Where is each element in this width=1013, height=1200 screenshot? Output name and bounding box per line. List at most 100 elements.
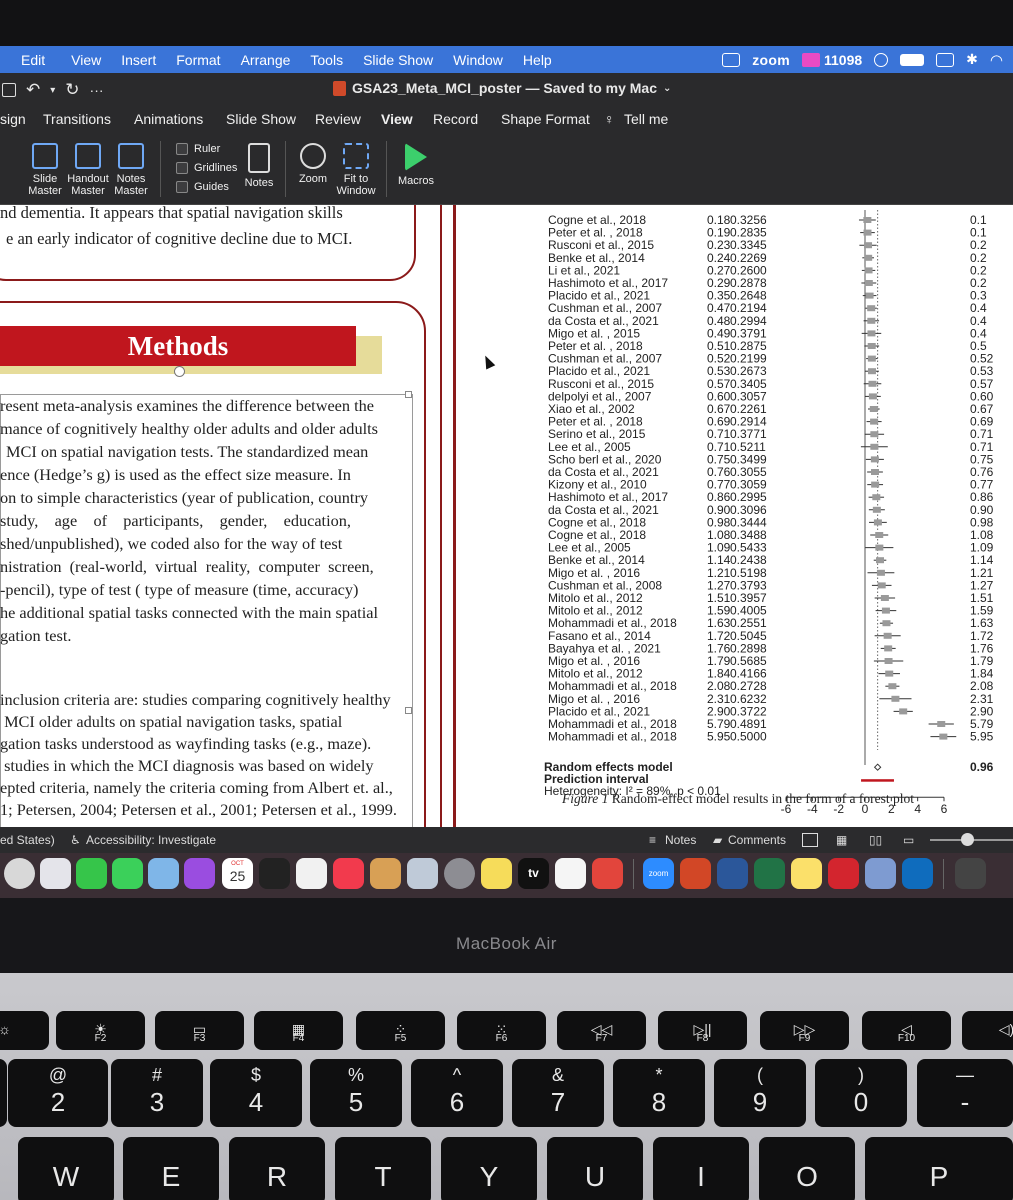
menu-tools[interactable]: Tools [310, 52, 343, 68]
settings-icon[interactable] [444, 858, 475, 889]
powerpoint-dock-icon[interactable] [680, 858, 711, 889]
facetime-icon[interactable] [76, 858, 107, 889]
outlook-icon[interactable] [902, 858, 933, 889]
accessibility-status[interactable]: Accessibility: Investigate [86, 833, 216, 847]
airmail-icon[interactable] [592, 858, 623, 889]
forest-plot[interactable]: Cogne et al., 2018 0.18 0.3256 0.1Peter et … [540, 205, 1013, 827]
photos-icon[interactable] [555, 858, 586, 889]
key-8-top: * [655, 1065, 663, 1085]
reminders-icon[interactable] [296, 858, 327, 889]
effect-square [884, 645, 893, 652]
document-title[interactable]: GSA23_Meta_MCI_poster — Saved to my Mac … [333, 80, 671, 96]
key-7-top: & [551, 1065, 564, 1085]
notes-button[interactable]: Notes [242, 143, 276, 189]
tab-record[interactable]: Record [433, 111, 478, 127]
rotate-handle-icon[interactable] [174, 366, 185, 377]
comments-toggle[interactable]: Comments [728, 833, 786, 847]
bluetooth-icon[interactable]: ✱ [966, 51, 978, 68]
effect-square [864, 254, 873, 261]
menu-edit[interactable]: Edit [21, 52, 45, 68]
app-status-icon[interactable] [722, 52, 741, 67]
word-icon[interactable] [717, 858, 748, 889]
music-icon[interactable] [333, 858, 364, 889]
criteria-line: inclusion criteria are: studies comparin… [0, 690, 391, 709]
launchpad-icon[interactable] [40, 858, 71, 889]
battery-icon[interactable] [900, 53, 925, 66]
methods-line: -pencil), type of test ( type of measure… [0, 580, 359, 599]
save-icon[interactable] [2, 83, 16, 97]
handout-master-button[interactable]: Handout Master [66, 143, 110, 197]
resize-handle[interactable] [405, 707, 412, 714]
tab-slide-show[interactable]: Slide Show [226, 111, 296, 127]
gridlines-checkbox[interactable]: Gridlines [176, 162, 237, 174]
slideshow-icon[interactable]: ▭ [903, 833, 914, 847]
slide-master-button[interactable]: Slide Master [28, 143, 62, 197]
methods-line: he additional spatial tasks connected wi… [0, 603, 378, 622]
effect-square [888, 683, 897, 690]
fit-to-window-label-2: Window [336, 185, 376, 197]
downloads-icon[interactable] [955, 858, 986, 889]
more-icon[interactable]: ··· [90, 82, 104, 98]
menu-view[interactable]: View [71, 52, 101, 68]
key-r-label: R [266, 1161, 288, 1192]
undo-icon[interactable]: ↶ [26, 80, 40, 100]
chrome-icon[interactable] [4, 858, 35, 889]
stickies-icon[interactable] [481, 858, 512, 889]
notes-master-button[interactable]: Notes Master [114, 143, 148, 197]
tab-animations[interactable]: Animations [134, 111, 203, 127]
key-f7: ◁◁ F7 [557, 1011, 646, 1050]
zoom-menu-item[interactable]: zoom [752, 52, 790, 68]
wifi-icon[interactable]: ◠ [990, 51, 1003, 69]
preview-icon[interactable] [407, 858, 438, 889]
excel-icon[interactable] [754, 858, 785, 889]
apple-tv-icon[interactable]: tv [518, 858, 549, 889]
guides-checkbox[interactable]: Guides [176, 181, 229, 193]
tab-tell-me[interactable]: Tell me [624, 111, 668, 127]
normal-view-icon[interactable] [802, 833, 818, 847]
key-p: P [865, 1137, 1013, 1200]
fit-to-window-button[interactable]: Fit to Window [336, 143, 376, 197]
menu-slide-show[interactable]: Slide Show [363, 52, 433, 68]
effect-square [867, 330, 876, 337]
tab-shape-format[interactable]: Shape Format [501, 111, 590, 127]
zoom-button[interactable]: Zoom [296, 143, 330, 185]
key-i: I [653, 1137, 749, 1200]
piano-icon[interactable] [259, 858, 290, 889]
resize-handle[interactable] [405, 391, 412, 398]
contacts-icon[interactable] [370, 858, 401, 889]
screen-bezel [0, 0, 1013, 46]
tab-view[interactable]: View [381, 111, 413, 136]
slide-canvas[interactable]: nd dementia. It appears that spatial nav… [0, 205, 1013, 827]
tab-transitions[interactable]: Transitions [43, 111, 111, 127]
messages-icon[interactable] [112, 858, 143, 889]
display-icon[interactable] [936, 52, 955, 67]
slide-sorter-icon[interactable]: ▦ [836, 833, 847, 847]
calendar-icon[interactable]: OCT 25 [222, 858, 253, 889]
zoom-slider-thumb[interactable] [961, 833, 974, 846]
redo-icon[interactable]: ↻ [65, 80, 79, 100]
menu-insert[interactable]: Insert [121, 52, 156, 68]
menu-window[interactable]: Window [453, 52, 503, 68]
menu-help[interactable]: Help [523, 52, 552, 68]
zotero-icon[interactable] [828, 858, 859, 889]
effect-square [876, 557, 885, 564]
menu-arrange[interactable]: Arrange [241, 52, 291, 68]
notes-toggle[interactable]: Notes [665, 833, 696, 847]
zoom-app-icon[interactable]: zoom [643, 858, 674, 889]
mail-badge[interactable]: 11098 [802, 52, 862, 68]
language-status[interactable]: ed States) [0, 833, 55, 847]
r-icon[interactable] [865, 858, 896, 889]
chevron-down-icon[interactable]: ▾ [50, 85, 55, 96]
tab-design[interactable]: sign [0, 111, 26, 127]
record-icon[interactable] [874, 52, 889, 67]
macros-button[interactable]: Macros [396, 143, 436, 187]
ruler-checkbox[interactable]: Ruler [176, 143, 220, 155]
guides-label: Guides [194, 181, 229, 193]
podcasts-icon[interactable] [184, 858, 215, 889]
ruler-checkbox-box [176, 143, 188, 155]
notes-app-icon[interactable] [791, 858, 822, 889]
maps-icon[interactable] [148, 858, 179, 889]
tab-review[interactable]: Review [315, 111, 361, 127]
reading-view-icon[interactable]: ▯▯ [869, 833, 882, 847]
menu-format[interactable]: Format [176, 52, 220, 68]
